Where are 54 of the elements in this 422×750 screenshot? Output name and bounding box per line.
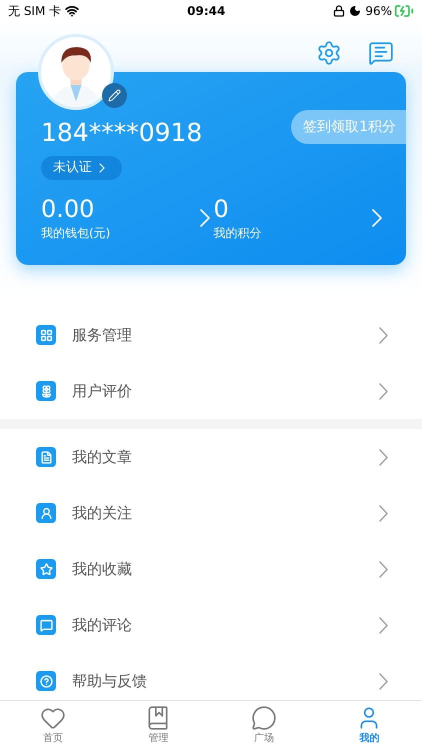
stat-value: 0.00 [41, 194, 96, 224]
tab-label: 我的 [359, 732, 380, 746]
menu-label: 我的文章 [72, 446, 132, 468]
stat-link[interactable]: 0 我的积分 [214, 194, 386, 242]
chat-bubble-icon [250, 705, 277, 731]
grid-icon [36, 325, 56, 345]
menu-label: 我的收藏 [72, 558, 132, 580]
tab[interactable]: 我的 [316, 701, 422, 750]
menu-item[interactable]: 我的文章 [0, 429, 422, 485]
menu-item[interactable]: 服务管理 [0, 307, 422, 363]
stat-label: 我的钱包(元) [41, 225, 110, 242]
tab-label: 广场 [254, 732, 274, 746]
chevron-icon [379, 504, 388, 522]
person-icon [36, 503, 56, 523]
chevron-icon [372, 209, 382, 227]
chevron-icon [379, 326, 388, 344]
lock-icon [333, 5, 346, 17]
messages-icon[interactable] [368, 40, 394, 66]
stat-label: 我的积分 [214, 225, 262, 242]
tab-label: 首页 [42, 732, 63, 746]
carrier-text: 无 SIM 卡 [8, 3, 62, 20]
menu-label: 帮助与反馈 [72, 670, 147, 692]
menu-label: 服务管理 [72, 324, 132, 346]
menu-label: 我的关注 [72, 502, 132, 524]
tab[interactable]: 广场 [211, 701, 316, 750]
battery-text: 96% [365, 3, 392, 20]
tab[interactable]: 管理 [106, 701, 211, 750]
document-icon [36, 447, 56, 467]
chevron-icon [379, 560, 388, 578]
help-icon [36, 671, 56, 691]
chevron-icon [379, 382, 388, 400]
menu-item[interactable]: 用户评价 [0, 363, 422, 419]
chevron-icon [200, 209, 210, 227]
tab[interactable]: 首页 [0, 701, 106, 750]
moon-icon [349, 5, 362, 17]
menu-label: 我的评论 [72, 614, 132, 636]
tab-label: 管理 [148, 732, 168, 746]
flower-icon [36, 381, 56, 401]
menu-label: 用户评价 [72, 380, 132, 402]
comment-icon [36, 615, 56, 635]
menu-item[interactable]: 帮助与反馈 [0, 653, 422, 700]
chevron-icon [379, 616, 388, 634]
settings-icon[interactable] [316, 40, 342, 66]
clock-text: 09:44 [187, 3, 226, 20]
phone-number: 184****0918 [41, 118, 202, 148]
chevron-icon [379, 672, 388, 690]
menu-item[interactable]: 我的评论 [0, 597, 422, 653]
stat-value: 0 [214, 194, 230, 224]
stat-link[interactable]: 0.00 我的钱包(元) [41, 194, 214, 242]
menu-item[interactable]: 我的收藏 [0, 541, 422, 597]
menu-item[interactable]: 我的关注 [0, 485, 422, 541]
verify-badge[interactable]: 未认证 [41, 156, 122, 180]
chevron-icon [379, 448, 388, 466]
wifi-icon [65, 4, 80, 18]
